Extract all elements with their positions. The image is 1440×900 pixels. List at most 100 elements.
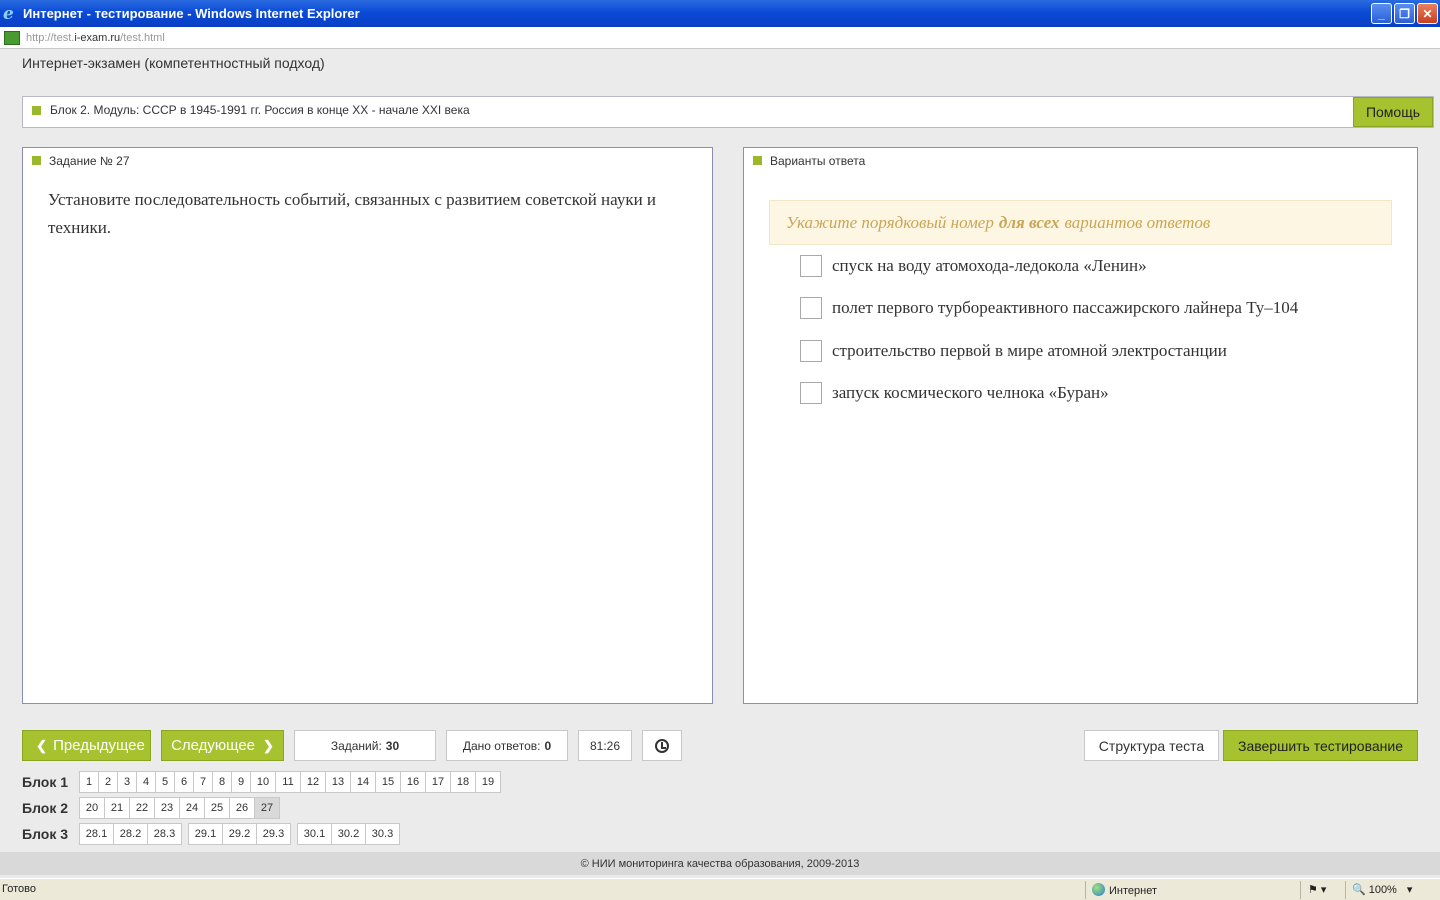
minimize-button[interactable]: _ <box>1371 3 1392 24</box>
tasks-count-value: 30 <box>385 738 400 753</box>
next-button[interactable]: Следующее ❯ <box>161 730 284 761</box>
task-cell[interactable]: 18 <box>450 771 476 793</box>
status-bar: Готово Интернет ⚑ ▾ 🔍 100% ▾ <box>0 878 1440 900</box>
task-cell[interactable]: 29.2 <box>222 823 257 845</box>
security-zone[interactable]: Интернет <box>1092 883 1157 897</box>
chevron-right-icon: ❯ <box>263 737 274 753</box>
test-structure-button[interactable]: Структура теста <box>1084 730 1219 761</box>
task-cell[interactable]: 15 <box>375 771 401 793</box>
clock-icon <box>655 738 669 753</box>
tasks-count-box: Заданий: 30 <box>294 730 436 761</box>
task-cell[interactable]: 26 <box>229 797 255 819</box>
answers-count-value: 0 <box>544 738 552 753</box>
chevron-down-icon: ▾ <box>1406 884 1413 896</box>
task-cell[interactable]: 28.2 <box>113 823 148 845</box>
block-row-3: Блок 3 28.1 28.2 28.3 29.1 29.2 29.3 30.… <box>22 823 406 845</box>
task-cell[interactable]: 30.1 <box>297 823 332 845</box>
answers-label: Варианты ответа <box>770 154 866 168</box>
previous-button[interactable]: ❮ Предыдущее <box>22 730 151 761</box>
status-text: Готово <box>2 883 36 895</box>
task-cells: 30.1 30.2 30.3 <box>297 823 400 845</box>
timer-toggle-button[interactable] <box>642 730 682 761</box>
status-separator <box>1085 881 1086 899</box>
answer-hint: Укажите порядковый номер для всех вариан… <box>769 200 1392 245</box>
url-path: /test.html <box>120 31 165 44</box>
task-cell[interactable]: 24 <box>179 797 205 819</box>
task-cell[interactable]: 22 <box>129 797 155 819</box>
task-cell[interactable]: 4 <box>136 771 156 793</box>
favicon-icon <box>4 30 20 45</box>
task-text: Установите последовательность событий, с… <box>48 190 657 237</box>
task-cell[interactable]: 10 <box>250 771 276 793</box>
task-cell[interactable]: 8 <box>212 771 232 793</box>
task-cell[interactable]: 19 <box>475 771 501 793</box>
module-bar: Блок 2. Модуль: СССР в 1945-1991 гг. Рос… <box>22 96 1434 128</box>
task-cell[interactable]: 16 <box>400 771 426 793</box>
task-cells: 28.1 28.2 28.3 <box>79 823 182 845</box>
answers-panel: Варианты ответа Укажите порядковый номер… <box>743 147 1418 704</box>
task-cell[interactable]: 12 <box>300 771 326 793</box>
task-cell[interactable]: 29.1 <box>188 823 223 845</box>
status-separator <box>1300 881 1301 899</box>
task-cell[interactable]: 30.2 <box>331 823 366 845</box>
task-cell[interactable]: 1 <box>79 771 99 793</box>
task-cell[interactable]: 5 <box>155 771 175 793</box>
address-bar[interactable]: http://test. i-exam.ru/test.html <box>0 27 1440 49</box>
task-cell[interactable]: 13 <box>325 771 351 793</box>
task-cell[interactable]: 17 <box>425 771 451 793</box>
block-label: Блок 1 <box>22 774 69 790</box>
task-cell[interactable]: 6 <box>174 771 194 793</box>
block-row-2: Блок 2 20 21 22 23 24 25 26 27 <box>22 797 286 819</box>
window-titlebar: e Интернет - тестирование - Windows Inte… <box>0 0 1440 27</box>
task-cell[interactable]: 20 <box>79 797 105 819</box>
zoom-control[interactable]: 🔍 100% ▾ <box>1352 883 1412 896</box>
task-cell[interactable]: 9 <box>231 771 251 793</box>
task-cell[interactable]: 30.3 <box>365 823 400 845</box>
task-cell[interactable]: 3 <box>117 771 137 793</box>
block-row-1: Блок 1 1 2 3 4 5 6 7 8 9 10 11 12 13 14 … <box>22 771 507 793</box>
status-separator <box>1345 881 1346 899</box>
task-cell[interactable]: 7 <box>193 771 213 793</box>
task-label: Задание № 27 <box>49 154 130 168</box>
order-input-box[interactable] <box>800 340 822 362</box>
answer-option-text: спуск на воду атомохода-ледокола «Ленин» <box>832 256 1147 275</box>
task-cell[interactable]: 11 <box>275 771 301 793</box>
task-panel: Задание № 27 Установите последовательнос… <box>22 147 713 704</box>
order-input-box[interactable] <box>800 382 822 404</box>
protected-mode-icon[interactable]: ⚑ ▾ <box>1308 883 1326 896</box>
finish-test-button[interactable]: Завершить тестирование <box>1223 730 1418 761</box>
task-cell-current[interactable]: 27 <box>254 797 280 819</box>
answer-option-4[interactable]: запуск космического челнока «Буран» <box>800 382 1109 404</box>
block-label: Блок 2 <box>22 800 69 816</box>
module-label: Блок 2. Модуль: СССР в 1945-1991 гг. Рос… <box>50 103 470 117</box>
restore-button[interactable]: ❐ <box>1394 3 1415 24</box>
answer-option-1[interactable]: спуск на воду атомохода-ледокола «Ленин» <box>800 255 1147 277</box>
zoom-level: 100% <box>1368 884 1397 896</box>
timer-display: 81:26 <box>578 730 632 761</box>
task-cell[interactable]: 25 <box>204 797 230 819</box>
answer-option-3[interactable]: строительство первой в мире атомной элек… <box>800 340 1227 362</box>
task-cell[interactable]: 21 <box>104 797 130 819</box>
order-input-box[interactable] <box>800 297 822 319</box>
task-cell[interactable]: 28.3 <box>147 823 182 845</box>
square-bullet-icon <box>32 106 41 115</box>
task-cell[interactable]: 23 <box>154 797 180 819</box>
task-cell[interactable]: 2 <box>98 771 118 793</box>
tasks-count-label: Заданий: <box>330 738 382 753</box>
close-button[interactable]: ✕ <box>1417 3 1438 24</box>
task-cell[interactable]: 28.1 <box>79 823 114 845</box>
url-prefix: http://test. <box>26 31 75 44</box>
task-cell[interactable]: 14 <box>350 771 376 793</box>
task-cells: 29.1 29.2 29.3 <box>188 823 291 845</box>
url-host: i-exam.ru <box>74 31 121 44</box>
answer-option-2[interactable]: полет первого турбореактивного пассажирс… <box>800 297 1298 319</box>
answer-option-text: полет первого турбореактивного пассажирс… <box>832 298 1299 317</box>
hint-bold: для всех <box>998 212 1060 232</box>
help-button[interactable]: Помощь <box>1353 97 1433 127</box>
order-input-box[interactable] <box>800 255 822 277</box>
task-cell[interactable]: 29.3 <box>256 823 291 845</box>
hint-text: Укажите порядковый номер <box>786 212 994 232</box>
task-cells: 20 21 22 23 24 25 26 27 <box>79 797 280 819</box>
globe-icon <box>1092 883 1105 896</box>
previous-label: Предыдущее <box>53 737 145 754</box>
